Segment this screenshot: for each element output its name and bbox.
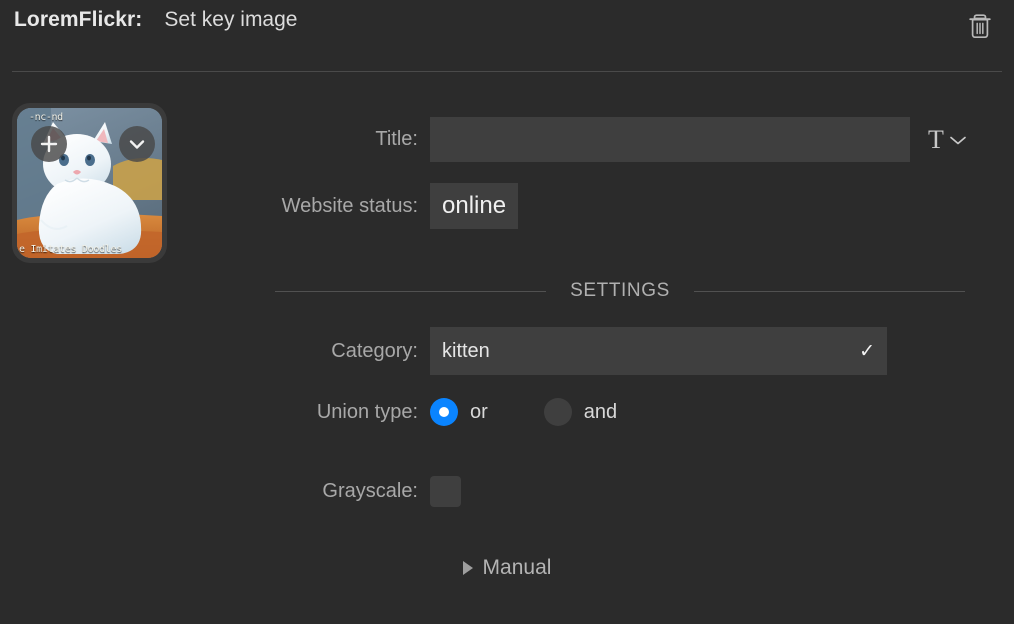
header-title-group: LoremFlickr: Set key image xyxy=(14,8,297,32)
chevron-down-icon xyxy=(950,136,966,144)
category-row: Category: kitten ✓ xyxy=(0,327,1014,375)
settings-section-label: SETTINGS xyxy=(570,280,670,301)
settings-section-divider: SETTINGS xyxy=(275,280,965,302)
app-name: LoremFlickr: xyxy=(14,8,143,31)
triangle-right-icon xyxy=(462,561,473,575)
union-type-option-and-label: and xyxy=(583,400,618,423)
radio-button-or[interactable] xyxy=(430,398,458,426)
caption-overlay-text: e Imitates Doodles xyxy=(19,244,122,255)
manual-disclosure-button[interactable]: Manual xyxy=(462,556,552,580)
text-style-button[interactable]: T xyxy=(928,124,967,154)
website-status-row: Website status: online xyxy=(0,183,1014,229)
union-type-option-and[interactable]: and xyxy=(543,398,618,426)
grayscale-row: Grayscale: xyxy=(0,476,1014,507)
page-title: Set key image xyxy=(164,8,298,31)
grayscale-label: Grayscale: xyxy=(322,480,418,502)
divider-line-right xyxy=(693,290,965,292)
trash-icon xyxy=(969,14,991,39)
union-type-row: Union type: or and xyxy=(0,398,1014,426)
delete-button[interactable] xyxy=(962,8,998,44)
union-type-option-or-label: or xyxy=(470,400,488,423)
category-label: Category: xyxy=(331,339,418,362)
title-row: Title: T xyxy=(0,117,1014,162)
panel-header: LoremFlickr: Set key image xyxy=(0,0,1014,72)
checkmark-icon[interactable]: ✓ xyxy=(859,342,875,361)
union-type-label: Union type: xyxy=(316,400,418,423)
union-type-radio-group: or and xyxy=(430,398,617,426)
grayscale-checkbox[interactable] xyxy=(430,476,461,507)
category-input-value: kitten xyxy=(442,339,490,362)
divider-line-left xyxy=(275,290,547,292)
lorem-flickr-panel: LoremFlickr: Set key image -nc-nd e Imit… xyxy=(0,0,1014,624)
union-type-option-or[interactable]: or xyxy=(430,398,488,426)
text-style-letter: T xyxy=(928,124,944,154)
radio-button-and[interactable] xyxy=(543,398,572,426)
category-input[interactable]: kitten ✓ xyxy=(430,327,887,375)
manual-label: Manual xyxy=(482,556,552,579)
title-input[interactable] xyxy=(430,117,910,162)
title-label: Title: xyxy=(375,128,418,150)
website-status-value: online xyxy=(430,183,519,229)
header-divider xyxy=(12,71,1002,72)
website-status-label: Website status: xyxy=(281,194,418,217)
manual-section: Manual xyxy=(0,556,1014,580)
